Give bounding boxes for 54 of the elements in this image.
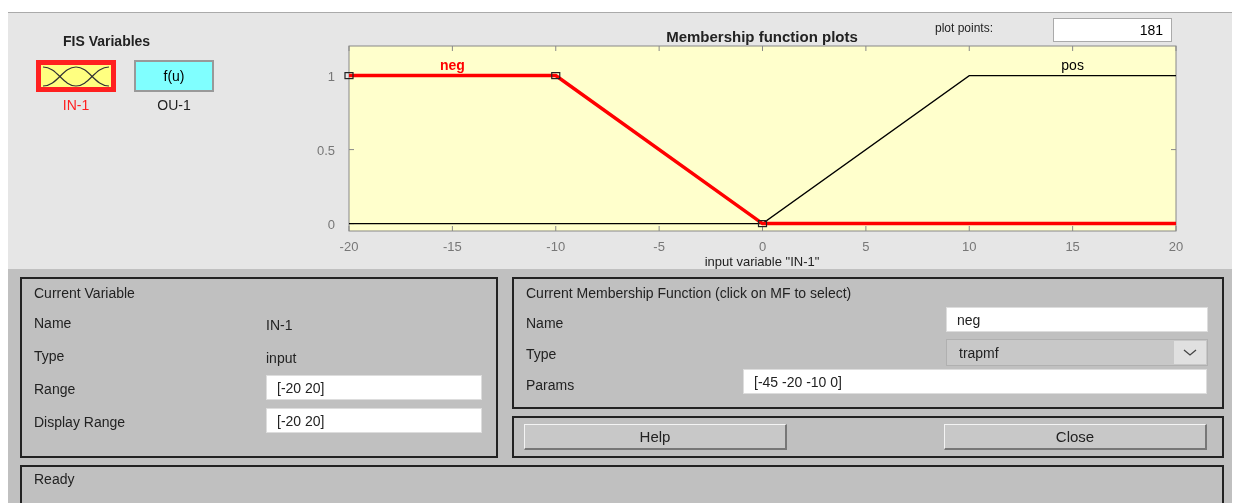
x-tick-label: 0 (758, 239, 767, 254)
chevron-down-icon (1183, 349, 1197, 357)
x-tick (555, 45, 557, 52)
field-label: Type (526, 346, 557, 362)
text-field[interactable]: neg (946, 307, 1208, 332)
x-tick (762, 45, 763, 52)
panel-title: Current Membership Function (click on MF to select) (526, 285, 852, 301)
x-tick (865, 45, 867, 52)
x-tick (968, 45, 970, 52)
y-tick-label: 0 (327, 216, 335, 232)
x-tick-label: 15 (1065, 239, 1080, 254)
plot-points-field[interactable]: 181 (1053, 18, 1172, 42)
field-label: Type (34, 348, 65, 364)
input-variable-button[interactable] (36, 60, 116, 92)
dropdown[interactable]: trapmf (946, 339, 1208, 366)
field-value: input (266, 350, 297, 366)
dropdown-value: trapmf (959, 345, 999, 363)
output-variable-button[interactable]: f(u) (134, 60, 214, 92)
status-text: Ready (34, 471, 75, 487)
membership-curves-icon (43, 65, 109, 87)
text-field[interactable]: [-20 20] (266, 375, 482, 400)
x-tick-label: 5 (862, 239, 870, 254)
field-label: plot points: (935, 21, 994, 35)
x-tick (1072, 45, 1074, 52)
x-tick (348, 45, 350, 52)
x-tick-label: 20 (1168, 239, 1184, 254)
dialog-button[interactable]: Help (524, 424, 787, 450)
x-tick-label: -5 (653, 239, 665, 254)
text-field[interactable]: [-20 20] (266, 408, 482, 433)
field-label: Display Range (34, 414, 126, 430)
y-tick-label: 0.5 (316, 142, 335, 158)
field-label: Params (526, 377, 575, 393)
x-tick-label: 10 (962, 239, 977, 254)
curve-label: pos (1061, 56, 1084, 73)
x-tick-label: -10 (546, 239, 566, 254)
x-tick-label: -20 (339, 239, 359, 254)
panel-title: FIS Variables (63, 33, 151, 49)
dialog-button[interactable]: Close (944, 424, 1207, 450)
field-label: Name (34, 315, 72, 331)
x-tick (451, 45, 453, 52)
variable-label: IN-1 (62, 97, 90, 113)
field-label: Name (526, 315, 564, 331)
x-tick (1175, 45, 1177, 52)
field-value: IN-1 (266, 317, 293, 333)
curve-label: neg (439, 56, 465, 73)
variable-label: OU-1 (157, 97, 191, 113)
field-label: Range (34, 381, 76, 397)
text-field[interactable]: [-45 -20 -10 0] (743, 369, 1207, 394)
x-tick (658, 45, 660, 52)
panel-title: Current Variable (34, 285, 135, 301)
x-tick-label: -15 (443, 239, 462, 254)
axis-label: input variable "IN-1" (704, 254, 820, 269)
y-tick-label: 1 (327, 68, 335, 84)
plot-title: Membership function plots (666, 28, 858, 45)
